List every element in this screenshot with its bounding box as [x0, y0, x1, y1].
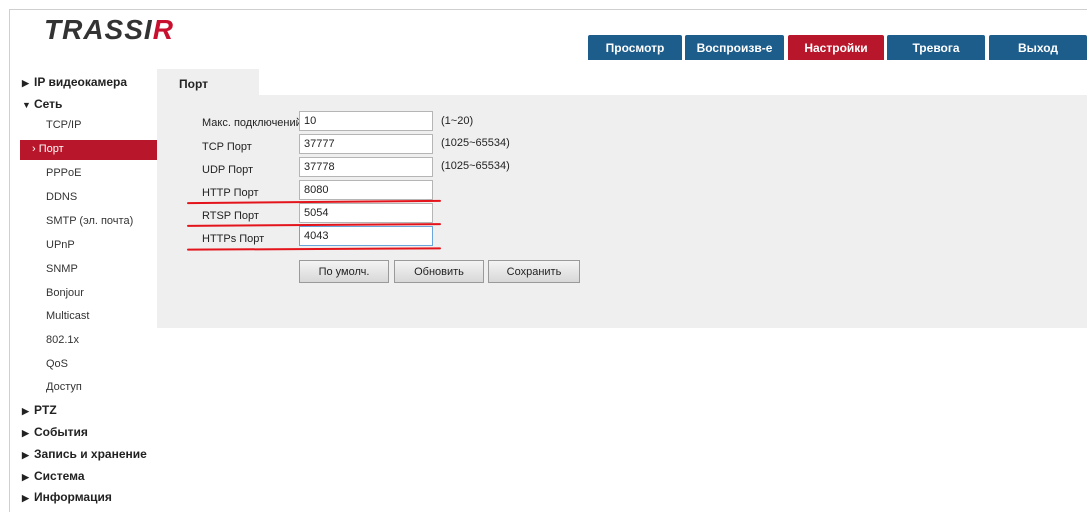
- tcp-port-label: TCP Порт: [202, 141, 252, 153]
- max-connections-input[interactable]: 10: [299, 111, 433, 131]
- sidebar-item-pppoe[interactable]: PPPoE: [20, 164, 157, 184]
- sidebar-group-events[interactable]: ▶ События: [22, 425, 88, 439]
- sidebar-item-label: SNMP: [46, 263, 78, 275]
- sidebar-item-access[interactable]: Доступ: [20, 378, 157, 398]
- sidebar-group-label: События: [34, 425, 88, 439]
- sidebar-item-label: 802.1x: [46, 334, 80, 346]
- udp-port-hint: (1025~65534): [441, 160, 510, 172]
- content-panel: [157, 95, 1087, 328]
- rtsp-port-input[interactable]: 5054: [299, 203, 433, 223]
- sidebar-item-8021x[interactable]: 802.1x: [20, 331, 157, 351]
- https-port-input[interactable]: 4043: [299, 226, 433, 246]
- sidebar-group-ip-camera[interactable]: ▶ IP видеокамера: [22, 75, 127, 89]
- expand-arrow-icon: ▶: [22, 493, 29, 503]
- http-port-input[interactable]: 8080: [299, 180, 433, 200]
- expand-arrow-icon: ▶: [22, 428, 29, 438]
- sidebar-item-label: Доступ: [46, 381, 82, 393]
- tab-logout[interactable]: Выход: [989, 35, 1087, 60]
- tcp-port-input[interactable]: 37777: [299, 134, 433, 154]
- content-tab-port[interactable]: Порт: [157, 69, 259, 95]
- tab-view[interactable]: Просмотр: [588, 35, 682, 60]
- chevron-right-icon: ›: [32, 143, 36, 155]
- sidebar-group-recording[interactable]: ▶ Запись и хранение: [22, 447, 147, 461]
- sidebar-item-ddns[interactable]: DDNS: [20, 188, 157, 208]
- sidebar-item-tcpip[interactable]: TCP/IP: [20, 116, 157, 136]
- https-port-label: HTTPs Порт: [202, 233, 265, 245]
- trassir-logo: TRASSIR: [44, 14, 174, 45]
- sidebar-item-label: › Порт: [32, 143, 64, 155]
- expand-arrow-icon: ▶: [22, 472, 29, 482]
- content-tab-label: Порт: [179, 77, 209, 91]
- sidebar-item-label: SMTP (эл. почта): [46, 215, 134, 227]
- sidebar-item-snmp[interactable]: SNMP: [20, 260, 157, 280]
- sidebar-item-multicast[interactable]: Multicast: [20, 307, 157, 327]
- tab-settings[interactable]: Настройки: [788, 35, 884, 60]
- sidebar-item-label: UPnP: [46, 239, 75, 251]
- sidebar-item-upnp[interactable]: UPnP: [20, 236, 157, 256]
- sidebar-group-ptz[interactable]: ▶ PTZ: [22, 403, 57, 417]
- sidebar-group-label: Запись и хранение: [34, 447, 147, 461]
- sidebar-item-port[interactable]: › Порт: [20, 140, 157, 160]
- sidebar-group-label: Система: [34, 469, 85, 483]
- sidebar-group-system[interactable]: ▶ Система: [22, 469, 85, 483]
- sidebar-item-label: PPPoE: [46, 167, 82, 179]
- sidebar-group-network[interactable]: ▼ Сеть: [22, 97, 62, 111]
- rtsp-port-label: RTSP Порт: [202, 210, 259, 222]
- sidebar-group-label: Сеть: [34, 97, 63, 111]
- sidebar-item-label: Multicast: [46, 310, 90, 322]
- collapse-arrow-icon: ▼: [22, 100, 31, 110]
- sidebar-item-smtp[interactable]: SMTP (эл. почта): [20, 212, 157, 232]
- save-button[interactable]: Сохранить: [488, 260, 580, 283]
- sidebar-item-label: QoS: [46, 358, 69, 370]
- tcp-port-hint: (1025~65534): [441, 137, 510, 149]
- expand-arrow-icon: ▶: [22, 450, 29, 460]
- udp-port-input[interactable]: 37778: [299, 157, 433, 177]
- tab-playback[interactable]: Воспроизв-е: [685, 35, 784, 60]
- http-port-label: HTTP Порт: [202, 187, 259, 199]
- sidebar-item-qos[interactable]: QoS: [20, 355, 157, 375]
- sidebar-item-label: TCP/IP: [46, 119, 82, 131]
- sidebar-item-label: DDNS: [46, 191, 78, 203]
- default-button[interactable]: По умолч.: [299, 260, 389, 283]
- tab-alarm[interactable]: Тревога: [887, 35, 985, 60]
- sidebar-group-label: PTZ: [34, 403, 57, 417]
- sidebar-group-label: Информация: [34, 490, 112, 504]
- udp-port-label: UDP Порт: [202, 164, 254, 176]
- max-connections-label: Макс. подключений: [202, 117, 302, 129]
- expand-arrow-icon: ▶: [22, 78, 29, 88]
- sidebar-group-info[interactable]: ▶ Информация: [22, 490, 112, 504]
- max-connections-hint: (1~20): [441, 115, 474, 127]
- sidebar-group-label: IP видеокамера: [34, 75, 128, 89]
- sidebar-item-label-text: Порт: [38, 143, 64, 155]
- expand-arrow-icon: ▶: [22, 406, 29, 416]
- refresh-button[interactable]: Обновить: [394, 260, 484, 283]
- sidebar-item-bonjour[interactable]: Bonjour: [20, 284, 157, 304]
- sidebar-item-label: Bonjour: [46, 287, 84, 299]
